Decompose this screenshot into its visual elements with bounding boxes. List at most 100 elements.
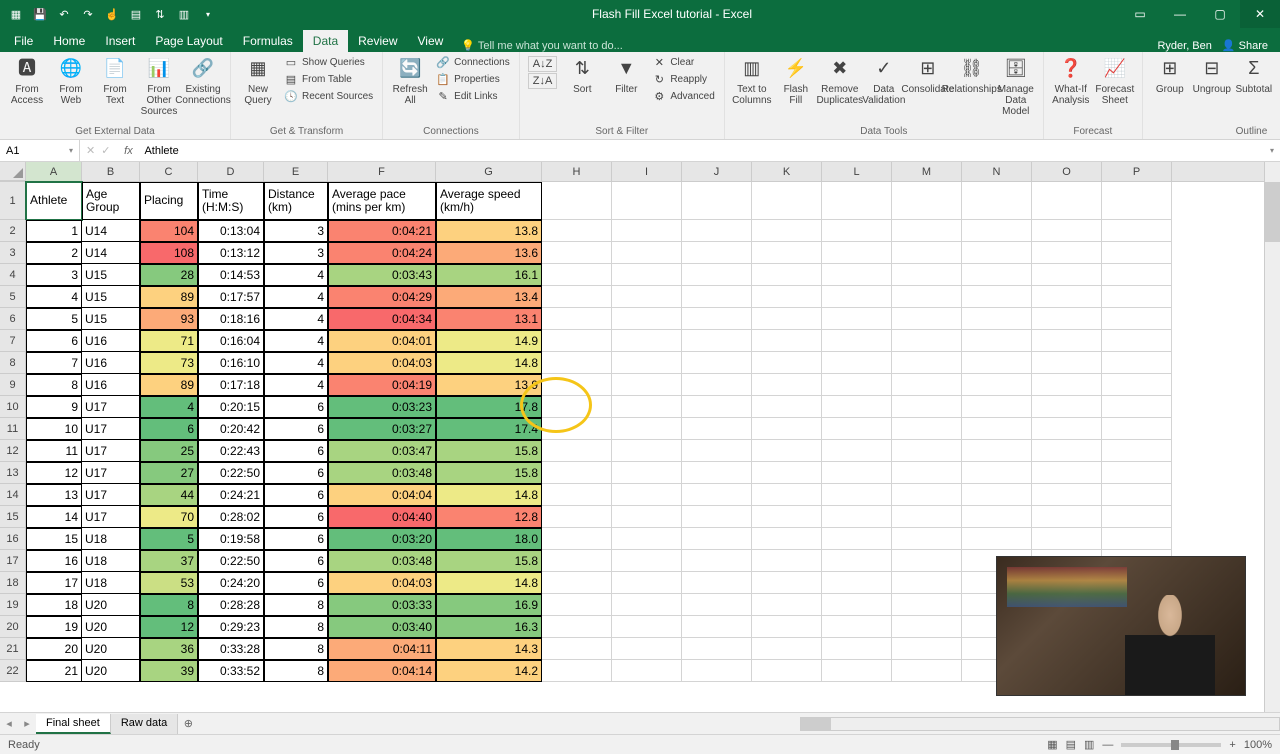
cell-I16[interactable] [612,528,682,550]
col-header-C[interactable]: C [140,162,198,181]
cell-H21[interactable] [542,638,612,660]
cell-L10[interactable] [822,396,892,418]
cell-E1[interactable]: Distance (km) [264,182,328,220]
col-header-G[interactable]: G [436,162,542,181]
cell-J6[interactable] [682,308,752,330]
cell-E22[interactable]: 8 [264,660,328,682]
cell-K2[interactable] [752,220,822,242]
cell-M22[interactable] [892,660,962,682]
row-header-8[interactable]: 8 [0,352,26,374]
cell-A21[interactable]: 20 [26,638,82,660]
row-header-4[interactable]: 4 [0,264,26,286]
cell-M11[interactable] [892,418,962,440]
col-header-O[interactable]: O [1032,162,1102,181]
cell-L13[interactable] [822,462,892,484]
cell-G9[interactable]: 13.9 [436,374,542,396]
cell-L1[interactable] [822,182,892,220]
cell-L11[interactable] [822,418,892,440]
cell-M12[interactable] [892,440,962,462]
cell-E17[interactable]: 6 [264,550,328,572]
cell-C19[interactable]: 8 [140,594,198,616]
cell-D22[interactable]: 0:33:52 [198,660,264,682]
cell-C16[interactable]: 5 [140,528,198,550]
cell-P5[interactable] [1102,286,1172,308]
cell-C21[interactable]: 36 [140,638,198,660]
col-header-E[interactable]: E [264,162,328,181]
relationships-button[interactable]: ⛓Relationships [951,54,993,97]
cell-K3[interactable] [752,242,822,264]
cell-A11[interactable]: 10 [26,418,82,440]
tab-view[interactable]: View [408,30,454,52]
col-header-B[interactable]: B [82,162,140,181]
cell-K6[interactable] [752,308,822,330]
cell-A5[interactable]: 4 [26,286,82,308]
cell-N5[interactable] [962,286,1032,308]
cell-L15[interactable] [822,506,892,528]
cell-D11[interactable]: 0:20:42 [198,418,264,440]
cell-K21[interactable] [752,638,822,660]
cell-G17[interactable]: 15.8 [436,550,542,572]
cell-B11[interactable]: U17 [82,418,140,440]
cell-L8[interactable] [822,352,892,374]
cell-O15[interactable] [1032,506,1102,528]
cell-A20[interactable]: 19 [26,616,82,638]
connections-button[interactable]: 🔗Connections [433,54,513,70]
maximize-icon[interactable]: ▢ [1200,0,1240,28]
cell-G10[interactable]: 17.8 [436,396,542,418]
cell-H13[interactable] [542,462,612,484]
cell-I19[interactable] [612,594,682,616]
zoom-in-button[interactable]: + [1229,739,1235,751]
cell-H14[interactable] [542,484,612,506]
cell-P12[interactable] [1102,440,1172,462]
cell-D18[interactable]: 0:24:20 [198,572,264,594]
cell-A16[interactable]: 15 [26,528,82,550]
cell-P11[interactable] [1102,418,1172,440]
cell-G12[interactable]: 15.8 [436,440,542,462]
cell-J3[interactable] [682,242,752,264]
cell-F13[interactable]: 0:03:48 [328,462,436,484]
cell-H20[interactable] [542,616,612,638]
sheet-tab-final-sheet[interactable]: Final sheet [36,714,111,734]
cell-N10[interactable] [962,396,1032,418]
from-table-button[interactable]: ▤From Table [281,71,376,87]
cell-E6[interactable]: 4 [264,308,328,330]
cell-O9[interactable] [1032,374,1102,396]
cell-E20[interactable]: 8 [264,616,328,638]
cell-J10[interactable] [682,396,752,418]
cell-I9[interactable] [612,374,682,396]
cell-H12[interactable] [542,440,612,462]
col-header-N[interactable]: N [962,162,1032,181]
from-web-button[interactable]: 🌐From Web [50,54,92,108]
cell-B13[interactable]: U17 [82,462,140,484]
row-header-2[interactable]: 2 [0,220,26,242]
table-icon[interactable]: ▤ [128,6,144,22]
cell-F10[interactable]: 0:03:23 [328,396,436,418]
advanced-button[interactable]: ⚙Advanced [649,88,717,104]
existing-connections-button[interactable]: 🔗Existing Connections [182,54,224,108]
cell-B22[interactable]: U20 [82,660,140,682]
cell-C13[interactable]: 27 [140,462,198,484]
cell-B9[interactable]: U16 [82,374,140,396]
cell-I17[interactable] [612,550,682,572]
cell-H2[interactable] [542,220,612,242]
cell-J22[interactable] [682,660,752,682]
row-header-9[interactable]: 9 [0,374,26,396]
vertical-scrollbar[interactable] [1264,162,1280,712]
cell-P10[interactable] [1102,396,1172,418]
cell-K19[interactable] [752,594,822,616]
flash-fill-button[interactable]: ⚡Flash Fill [775,54,817,108]
cell-I14[interactable] [612,484,682,506]
cell-E15[interactable]: 6 [264,506,328,528]
manage-data-model-button[interactable]: 🗄Manage Data Model [995,54,1037,119]
cell-B20[interactable]: U20 [82,616,140,638]
row-header-21[interactable]: 21 [0,638,26,660]
cell-J8[interactable] [682,352,752,374]
cell-G18[interactable]: 14.8 [436,572,542,594]
cell-D21[interactable]: 0:33:28 [198,638,264,660]
cell-A4[interactable]: 3 [26,264,82,286]
cell-O2[interactable] [1032,220,1102,242]
row-header-22[interactable]: 22 [0,660,26,682]
cell-B17[interactable]: U18 [82,550,140,572]
cell-D5[interactable]: 0:17:57 [198,286,264,308]
select-all-corner[interactable] [0,162,26,181]
